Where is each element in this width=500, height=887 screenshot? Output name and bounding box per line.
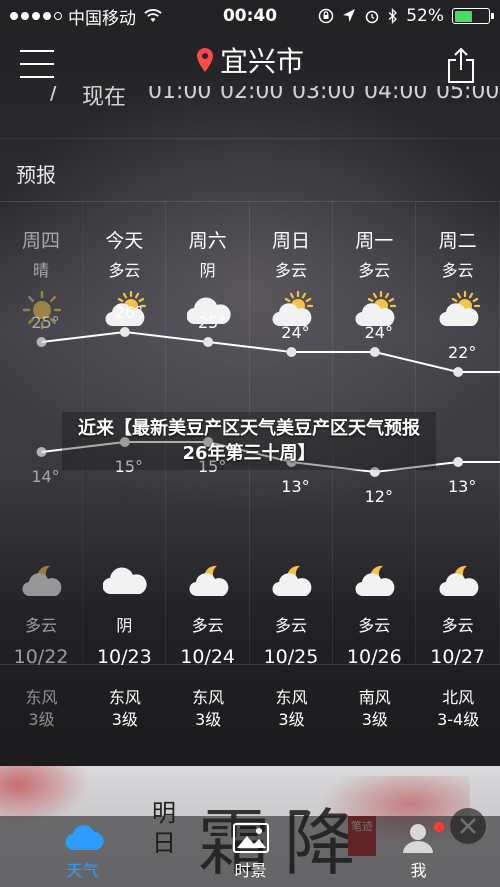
hourly-time: 05:00 — [436, 86, 500, 104]
wind-info: 东风 3级 — [250, 687, 333, 731]
partly-cloudy-icon — [103, 290, 147, 330]
forecast-header: 预报 — [0, 138, 500, 202]
location-pin-icon — [196, 48, 213, 72]
tab-me[interactable]: 我 — [356, 816, 481, 887]
moon-cloud-icon — [270, 560, 314, 600]
notification-badge — [434, 822, 444, 832]
wind-level: 3级 — [195, 710, 222, 729]
carrier-name: 中国移动 — [68, 8, 136, 29]
hourly-now-label: 现在 — [82, 86, 127, 110]
status-bar: 中国移动 00:40 52% — [0, 0, 500, 32]
wind-direction: 南风 — [358, 688, 391, 707]
tab-me-label: 我 — [410, 861, 427, 880]
night-condition: 多云 — [274, 616, 307, 635]
wind-level: 3级 — [111, 710, 138, 729]
wind-direction: 东风 — [108, 688, 141, 707]
partly-cloudy-icon — [270, 290, 314, 330]
tab-weather-label: 天气 — [66, 861, 99, 880]
moon-cloud-icon — [437, 560, 481, 600]
partly-cloudy-icon — [437, 290, 481, 330]
wind-direction: 东风 — [192, 688, 225, 707]
partly-cloudy-icon — [353, 290, 397, 330]
day-condition: 多云 — [358, 261, 391, 280]
menu-icon — [20, 50, 54, 52]
tab-scenes[interactable]: 时景 — [188, 816, 313, 887]
wind-info: 东风 3级 — [167, 687, 250, 731]
day-condition: 多云 — [274, 261, 307, 280]
hourly-time: 02:00 — [220, 86, 284, 104]
cloud-tab-icon — [65, 825, 104, 851]
tab-weather[interactable]: 天气 — [20, 816, 145, 887]
menu-button[interactable] — [20, 50, 54, 78]
wind-direction: 东风 — [25, 688, 58, 707]
day-condition: 多云 — [441, 261, 474, 280]
forecast-title: 预报 — [16, 163, 56, 187]
night-condition: 多云 — [191, 616, 224, 635]
forecast-day-label: 今天 — [105, 230, 144, 252]
wind-info: 南风 3级 — [333, 687, 416, 731]
tab-bar: 天气 时景 我 — [0, 816, 500, 887]
wind-direction: 东风 — [275, 688, 308, 707]
user-icon — [403, 824, 433, 853]
forecast-day-label: 周二 — [438, 230, 477, 252]
cloud-icon — [186, 290, 231, 330]
photo-icon — [233, 823, 269, 853]
battery-level — [454, 10, 472, 22]
battery-percent: 52% — [406, 6, 444, 26]
night-condition: 多云 — [358, 616, 391, 635]
alarm-icon — [365, 10, 379, 24]
moon-cloud-icon — [20, 560, 64, 600]
forecast-day-label: 周日 — [271, 230, 310, 252]
wifi-icon — [144, 9, 162, 22]
city-name: 宜兴市 — [219, 45, 305, 78]
battery-icon — [452, 8, 494, 24]
city-selector[interactable]: 宜兴市 — [196, 40, 304, 80]
wind-row: 东风 3级 东风 3级 东风 3级 东风 3级 南风 3级 北风 3-4级 — [0, 665, 500, 765]
hourly-time: 03:00 — [292, 86, 356, 104]
share-icon[interactable] — [446, 46, 476, 84]
night-condition: 阴 — [116, 616, 133, 635]
day-condition: 晴 — [32, 261, 49, 280]
wind-level: 3级 — [28, 710, 55, 729]
forecast-day-label: 周六 — [188, 230, 227, 252]
location-arrow-icon — [343, 9, 356, 22]
bluetooth-icon — [388, 8, 398, 24]
sun-icon — [20, 290, 64, 330]
forecast-day-label: 周四 — [21, 230, 60, 252]
signal-strength-icon — [10, 12, 62, 20]
overlay-caption: 近来【最新美豆产区天气美豆产区天气预报26年第三十周】 — [62, 412, 436, 470]
night-condition: 多云 — [24, 616, 57, 635]
day-condition: 阴 — [199, 261, 216, 280]
wind-info: 东风 3级 — [0, 687, 83, 731]
nav-bar: 宜兴市 — [0, 32, 500, 92]
hourly-time: 01:00 — [148, 86, 212, 104]
hourly-time: 04:00 — [364, 86, 428, 104]
moon-cloud-icon — [187, 560, 231, 600]
night-condition: 多云 — [441, 616, 474, 635]
tab-scenes-label: 时景 — [234, 861, 267, 880]
wind-level: 3级 — [361, 710, 388, 729]
forecast-day-label: 周一 — [355, 230, 394, 252]
status-time: 00:40 — [222, 6, 278, 26]
moon-cloud-icon — [353, 560, 397, 600]
wind-direction: 北风 — [442, 688, 475, 707]
wind-level: 3级 — [278, 710, 305, 729]
wind-info: 东风 3级 — [83, 687, 166, 731]
cloud-icon — [102, 560, 147, 600]
wind-level: 3-4级 — [437, 710, 480, 729]
wind-info: 北风 3-4级 — [417, 687, 500, 731]
day-condition: 多云 — [108, 261, 141, 280]
rotation-lock-icon — [318, 8, 334, 24]
hourly-strip[interactable]: / 现在 01:00 02:00 03:00 04:00 05:00 — [0, 86, 500, 116]
hourly-separator: / — [50, 86, 58, 105]
